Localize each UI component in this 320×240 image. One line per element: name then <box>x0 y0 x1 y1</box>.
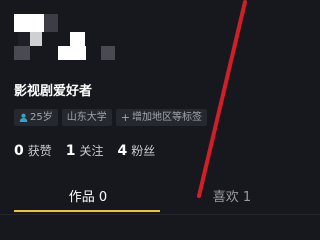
annotation-stroke <box>197 0 247 198</box>
